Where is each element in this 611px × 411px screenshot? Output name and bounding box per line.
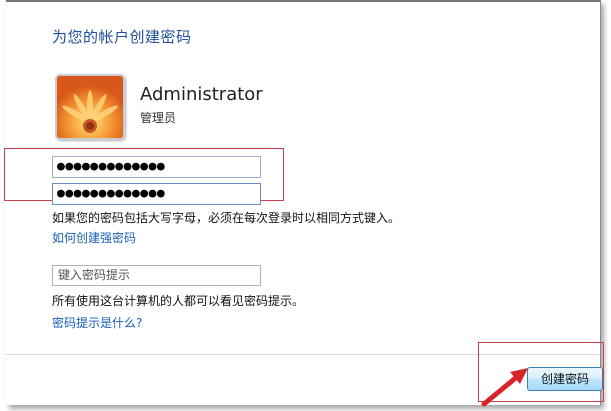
page-title: 为您的帐户创建密码 bbox=[52, 28, 192, 46]
strong-password-link[interactable]: 如何创建强密码 bbox=[52, 229, 136, 246]
flower-avatar-icon bbox=[55, 74, 125, 140]
what-is-hint-link[interactable]: 密码提示是什么? bbox=[52, 314, 142, 331]
hint-visibility-notice: 所有使用这台计算机的人都可以看见密码提示。 bbox=[52, 294, 305, 308]
account-name: Administrator bbox=[140, 84, 263, 105]
red-arrow-icon bbox=[481, 368, 528, 407]
account-role: 管理员 bbox=[140, 111, 177, 125]
case-sensitivity-notice: 如果您的密码包括大写字母，必须在每次登录时以相同方式键入。 bbox=[52, 211, 401, 225]
new-password-field[interactable]: ●●●●●●●●●●●●● bbox=[52, 156, 261, 178]
window-top-edge bbox=[6, 0, 600, 2]
create-password-button[interactable]: 创建密码 bbox=[527, 367, 603, 391]
password-hint-input[interactable]: 键入密码提示 bbox=[52, 265, 261, 286]
confirm-password-field[interactable]: ●●●●●●●●●●●●● bbox=[52, 183, 261, 205]
